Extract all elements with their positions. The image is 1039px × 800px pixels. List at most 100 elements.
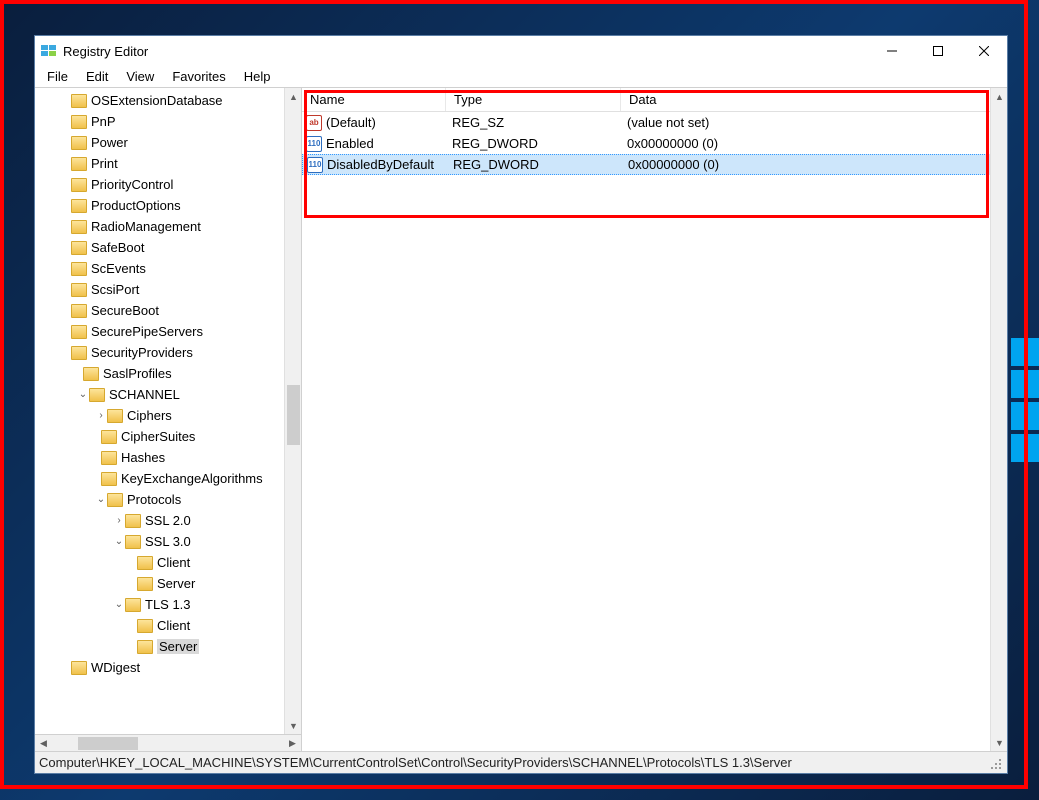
scroll-down-icon[interactable]: ▼ [991, 734, 1007, 751]
value-row[interactable]: ab(Default)REG_SZ(value not set) [302, 112, 1007, 133]
values-vertical-scrollbar[interactable]: ▲ ▼ [990, 88, 1007, 751]
folder-icon [101, 472, 117, 486]
tree-item[interactable]: Client [35, 615, 301, 636]
scroll-up-icon[interactable]: ▲ [991, 88, 1007, 105]
value-data: (value not set) [621, 115, 1007, 130]
tree-item[interactable]: SecurePipeServers [35, 321, 301, 342]
scroll-right-icon[interactable]: ▶ [284, 735, 301, 752]
value-name: Enabled [326, 136, 374, 151]
scroll-track[interactable] [52, 735, 284, 752]
value-name: (Default) [326, 115, 376, 130]
tree-item[interactable]: ScsiPort [35, 279, 301, 300]
scroll-thumb[interactable] [287, 385, 300, 445]
values-list[interactable]: ab(Default)REG_SZ(value not set) 110Enabl… [302, 112, 1007, 751]
folder-icon [71, 241, 87, 255]
tree-item-label: PnP [91, 114, 116, 129]
tree-vertical-scrollbar[interactable]: ▲ ▼ [284, 88, 301, 734]
tree-item[interactable]: ⌄TLS 1.3 [35, 594, 301, 615]
folder-icon [107, 409, 123, 423]
tree-item[interactable]: ⌄SCHANNEL [35, 384, 301, 405]
folder-icon [71, 661, 87, 675]
tree-item[interactable]: OSExtensionDatabase [35, 90, 301, 111]
tree-item[interactable]: ScEvents [35, 258, 301, 279]
tree-item-label: SecureBoot [91, 303, 159, 318]
tree-item-label: CipherSuites [121, 429, 195, 444]
chevron-right-icon[interactable]: › [95, 410, 107, 421]
folder-icon [83, 367, 99, 381]
scroll-track[interactable] [285, 105, 301, 717]
tree-item[interactable]: ⌄SSL 3.0 [35, 531, 301, 552]
tree-item[interactable]: CipherSuites [35, 426, 301, 447]
folder-icon [71, 325, 87, 339]
tree-item[interactable]: Client [35, 552, 301, 573]
tree-item[interactable]: KeyExchangeAlgorithms [35, 468, 301, 489]
menu-favorites[interactable]: Favorites [164, 67, 233, 86]
editor-body: OSExtensionDatabase PnP Power PrintPriority… [35, 88, 1007, 751]
registry-editor-window: Registry Editor File Edit View Favorites… [34, 35, 1008, 774]
tree-item[interactable]: SafeBoot [35, 237, 301, 258]
minimize-button[interactable] [869, 37, 915, 66]
maximize-button[interactable] [915, 37, 961, 66]
folder-icon [137, 556, 153, 570]
value-name: DisabledByDefault [327, 157, 434, 172]
values-header[interactable]: Name Type Data [302, 88, 1007, 112]
statusbar: Computer\HKEY_LOCAL_MACHINE\SYSTEM\Curre… [35, 751, 1007, 773]
folder-icon [107, 493, 123, 507]
dword-value-icon: 110 [307, 157, 323, 173]
menu-file[interactable]: File [39, 67, 76, 86]
tree-item[interactable]: Power [35, 132, 301, 153]
folder-icon [71, 178, 87, 192]
titlebar[interactable]: Registry Editor [35, 36, 1007, 66]
tree-item[interactable]: ›Ciphers [35, 405, 301, 426]
tree-item[interactable]: ⌄Protocols [35, 489, 301, 510]
chevron-down-icon[interactable]: ⌄ [77, 389, 89, 400]
resize-grip-icon[interactable] [987, 755, 1003, 771]
tree-item[interactable]: Print [35, 153, 301, 174]
status-path: Computer\HKEY_LOCAL_MACHINE\SYSTEM\Curre… [39, 755, 792, 770]
tree-item-label: SSL 2.0 [145, 513, 191, 528]
tree-item-label: ProductOptions [91, 198, 181, 213]
tree-item[interactable]: SecureBoot [35, 300, 301, 321]
tree-view[interactable]: OSExtensionDatabase PnP Power PrintPriority… [35, 88, 301, 734]
chevron-down-icon[interactable]: ⌄ [113, 536, 125, 547]
close-button[interactable] [961, 37, 1007, 66]
column-header-type[interactable]: Type [446, 88, 621, 111]
menu-edit[interactable]: Edit [78, 67, 116, 86]
chevron-down-icon[interactable]: ⌄ [95, 494, 107, 505]
scroll-down-icon[interactable]: ▼ [285, 717, 302, 734]
scroll-thumb[interactable] [78, 737, 138, 750]
tree-item-label: Power [91, 135, 128, 150]
tree-item[interactable]: SecurityProviders [35, 342, 301, 363]
column-header-name[interactable]: Name [302, 88, 446, 111]
chevron-down-icon[interactable]: ⌄ [113, 599, 125, 610]
tree-item[interactable]: ProductOptions [35, 195, 301, 216]
chevron-right-icon[interactable]: › [113, 515, 125, 526]
folder-icon [137, 619, 153, 633]
tree-item[interactable]: Hashes [35, 447, 301, 468]
tree-item[interactable]: PnP [35, 111, 301, 132]
value-data: 0x00000000 (0) [621, 136, 1007, 151]
tree-item[interactable]: › SSL 2.0 [35, 510, 301, 531]
value-row[interactable]: 110DisabledByDefaultREG_DWORD0x00000000 … [302, 154, 1007, 175]
tree-horizontal-scrollbar[interactable]: ◀ ▶ [35, 734, 301, 751]
tree-item[interactable]: PriorityControl [35, 174, 301, 195]
scroll-up-icon[interactable]: ▲ [285, 88, 302, 105]
scroll-left-icon[interactable]: ◀ [35, 735, 52, 752]
folder-icon [137, 577, 153, 591]
folder-icon [71, 346, 87, 360]
tree-item[interactable]: Server [35, 636, 301, 657]
value-row[interactable]: 110EnabledREG_DWORD0x00000000 (0) [302, 133, 1007, 154]
value-type: REG_DWORD [446, 136, 621, 151]
menu-help[interactable]: Help [236, 67, 279, 86]
value-data: 0x00000000 (0) [622, 157, 1006, 172]
column-header-data[interactable]: Data [621, 88, 1007, 111]
tree-item-label: KeyExchangeAlgorithms [121, 471, 263, 486]
tree-item[interactable]: WDigest [35, 657, 301, 678]
tree-item[interactable]: SaslProfiles [35, 363, 301, 384]
tree-item[interactable]: RadioManagement [35, 216, 301, 237]
folder-icon [125, 514, 141, 528]
folder-icon [125, 535, 141, 549]
tree-item[interactable]: Server [35, 573, 301, 594]
menu-view[interactable]: View [118, 67, 162, 86]
window-title: Registry Editor [63, 44, 869, 59]
